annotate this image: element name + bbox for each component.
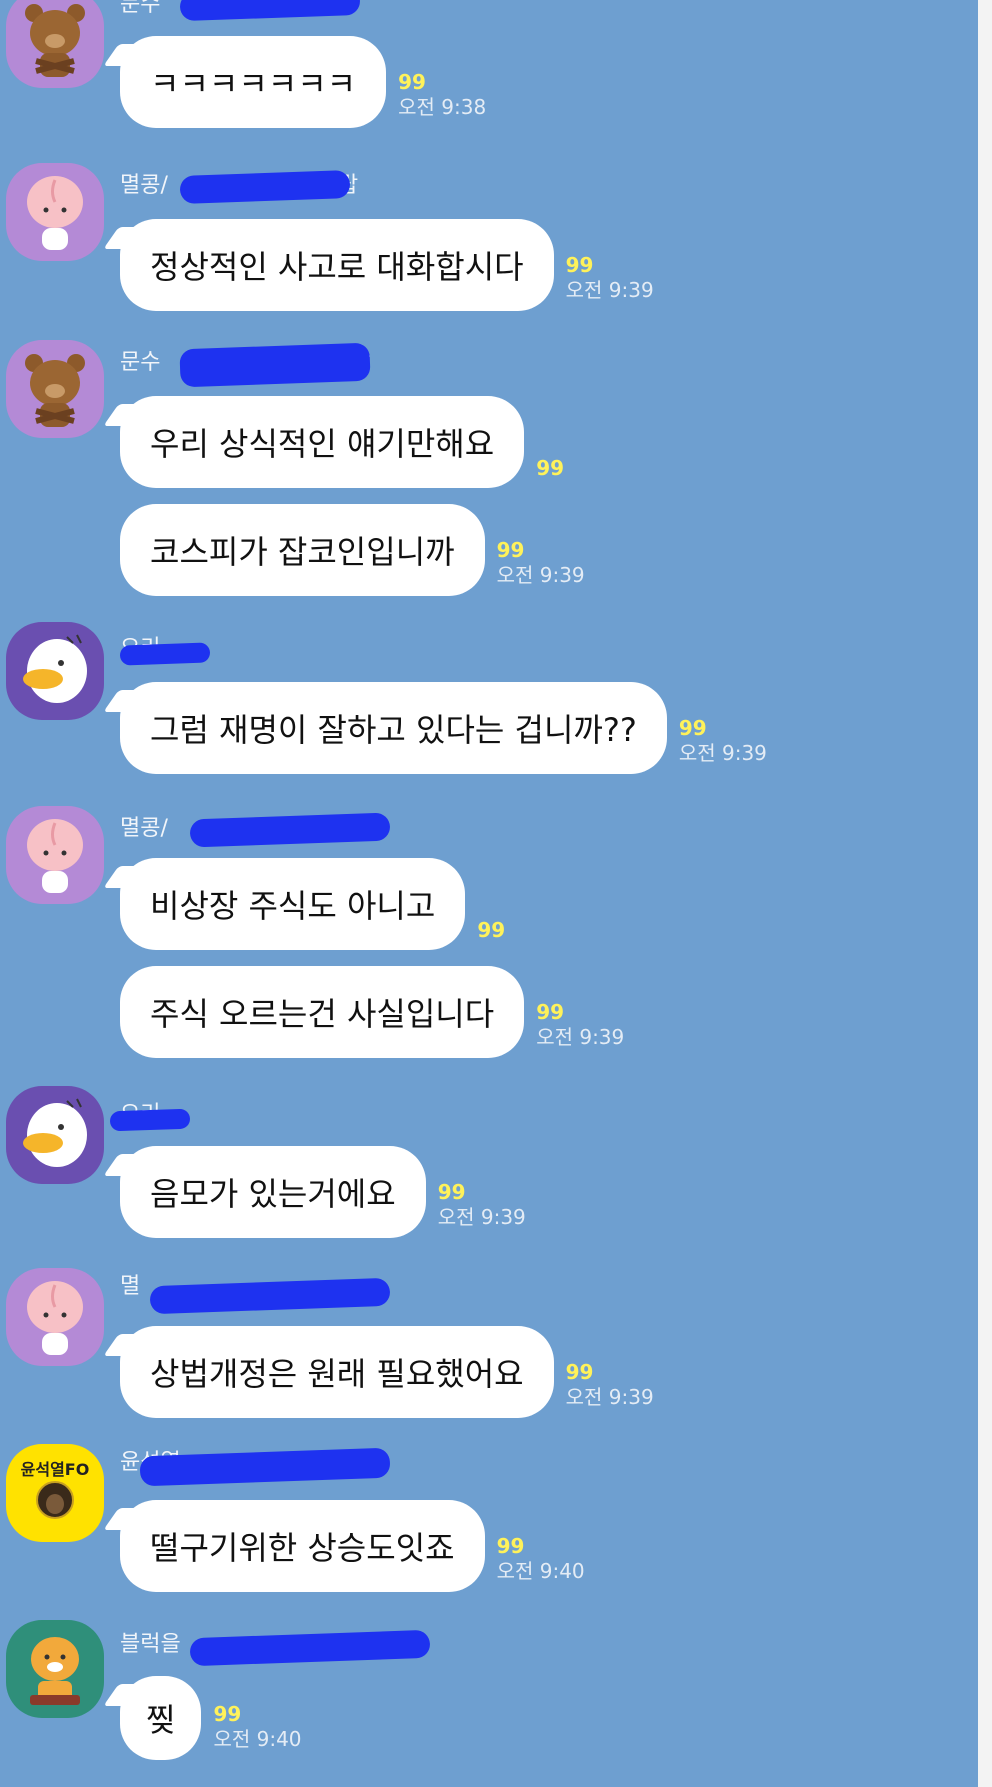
avatar[interactable]: 윤석열FO xyxy=(6,1444,104,1542)
unread-count: 99 xyxy=(496,1534,525,1558)
message-bubble[interactable]: 우리 상식적인 얘기만해요 xyxy=(120,396,525,488)
message-bubble[interactable]: ㅋㅋㅋㅋㅋㅋㅋ xyxy=(120,36,387,128)
message-row: 정상적인 사고로 대화합시다 99 오전 9:39 xyxy=(120,219,654,311)
timestamp: 오전 9:40 xyxy=(213,1727,302,1751)
message-text: 우리 상식적인 얘기만해요 xyxy=(150,425,495,463)
message-bubble[interactable]: 그럼 재명이 잘하고 있다는 겁니까?? xyxy=(120,682,667,774)
avatar[interactable] xyxy=(6,1620,104,1718)
timestamp: 오전 9:39 xyxy=(437,1205,526,1229)
screen-edge xyxy=(978,0,992,1787)
avatar[interactable] xyxy=(6,1268,104,1366)
unread-count: 99 xyxy=(536,1000,565,1024)
peach-avatar-icon xyxy=(27,819,83,893)
message-bubble[interactable]: 음모가 있는거에요 xyxy=(120,1146,426,1238)
unread-count: 99 xyxy=(477,918,506,942)
duck-avatar-icon xyxy=(23,1098,87,1167)
unread-count: 99 xyxy=(536,456,565,480)
unread-count: 99 xyxy=(437,1180,466,1204)
timestamp: 오전 9:39 xyxy=(496,563,585,587)
message-text: 주식 오르는건 사실입니다 xyxy=(150,995,495,1033)
avatar[interactable] xyxy=(6,340,104,438)
message-meta: 99 오전 9:39 xyxy=(438,1180,526,1230)
redaction-mark xyxy=(189,812,391,848)
message-meta: 99 오전 9:39 xyxy=(566,253,654,303)
peach-avatar-icon xyxy=(27,1281,83,1355)
unread-count: 99 xyxy=(678,716,707,740)
sender-name: 멸콩/ xyxy=(120,816,168,841)
redaction-mark xyxy=(179,342,371,388)
avatar-badge-text: 윤석열FO xyxy=(20,1460,90,1479)
avatar[interactable] xyxy=(6,163,104,261)
bear-avatar-icon xyxy=(25,354,85,427)
redaction-mark xyxy=(109,1108,191,1132)
message-row: 코스피가 잡코인입니까 99 오전 9:39 xyxy=(120,504,585,596)
sender-name: 블럭을 xyxy=(120,1632,181,1657)
message-meta: 99 오전 9:40 xyxy=(497,1534,585,1584)
timestamp: 오전 9:39 xyxy=(565,278,654,302)
bear-avatar-icon xyxy=(25,4,85,77)
redaction-mark xyxy=(179,0,361,22)
unread-count: 99 xyxy=(496,538,525,562)
unread-count: 99 xyxy=(213,1702,242,1726)
redaction-mark xyxy=(149,1277,391,1315)
message-meta: 99 xyxy=(477,918,505,942)
message-row: 그럼 재명이 잘하고 있다는 겁니까?? 99 오전 9:39 xyxy=(120,682,767,774)
message-text: 상법개정은 원래 필요했어요 xyxy=(150,1355,524,1393)
message-bubble[interactable]: 주식 오르는건 사실입니다 xyxy=(120,966,525,1058)
peach-avatar-icon xyxy=(27,176,83,250)
message-row: 주식 오르는건 사실입니다 99 오전 9:39 xyxy=(120,966,624,1058)
timestamp: 오전 9:39 xyxy=(678,741,767,765)
avatar[interactable] xyxy=(6,0,104,88)
message-meta: 99 xyxy=(536,456,564,480)
person-avatar-icon xyxy=(36,1481,74,1519)
sender-name: 문수 xyxy=(120,0,161,17)
avatar[interactable] xyxy=(6,806,104,904)
message-meta: 99 오전 9:39 xyxy=(566,1360,654,1410)
redaction-mark xyxy=(179,170,351,204)
message-text: 그럼 재명이 잘하고 있다는 겁니까?? xyxy=(150,711,637,749)
message-bubble[interactable]: 비상장 주식도 아니고 xyxy=(120,858,466,950)
message-text: 떨구기위한 상승도잇죠 xyxy=(150,1529,455,1567)
message-text: 코스피가 잡코인입니까 xyxy=(150,533,455,571)
unread-count: 99 xyxy=(398,70,426,94)
unread-count: 99 xyxy=(565,253,594,277)
message-text: 정상적인 사고로 대화합시다 xyxy=(150,248,524,286)
message-row: 우리 상식적인 얘기만해요 99 xyxy=(120,396,564,488)
timestamp: 오전 9:38 xyxy=(398,95,487,119)
message-meta: 99 오전 9:38 xyxy=(398,70,486,120)
message-row: 상법개정은 원래 필요했어요 99 오전 9:39 xyxy=(120,1326,654,1418)
message-meta: 99 오전 9:39 xyxy=(679,716,767,766)
lion-avatar-icon xyxy=(30,1637,80,1705)
message-text: 찢 xyxy=(146,1701,176,1739)
message-row: 떨구기위한 상승도잇죠 99 오전 9:40 xyxy=(120,1500,585,1592)
message-bubble[interactable]: 떨구기위한 상승도잇죠 xyxy=(120,1500,485,1592)
message-text: ㅋㅋㅋㅋㅋㅋㅋ xyxy=(150,65,357,103)
timestamp: 오전 9:40 xyxy=(496,1559,585,1583)
message-row: ㅋㅋㅋㅋㅋㅋㅋ 99 오전 9:38 xyxy=(120,36,486,128)
message-text: 비상장 주식도 아니고 xyxy=(150,887,436,925)
sender-name: 멸 xyxy=(120,1274,141,1299)
message-meta: 99 오전 9:39 xyxy=(536,1000,624,1050)
avatar[interactable] xyxy=(6,1086,104,1184)
timestamp: 오전 9:39 xyxy=(536,1025,625,1049)
redaction-mark xyxy=(189,1629,431,1667)
message-text: 음모가 있는거에요 xyxy=(150,1175,396,1213)
message-bubble[interactable]: 코스피가 잡코인입니까 xyxy=(120,504,485,596)
avatar[interactable] xyxy=(6,622,104,720)
message-meta: 99 오전 9:40 xyxy=(213,1702,301,1752)
redaction-mark xyxy=(119,642,211,666)
message-row: 음모가 있는거에요 99 오전 9:39 xyxy=(120,1146,526,1238)
message-bubble[interactable]: 상법개정은 원래 필요했어요 xyxy=(120,1326,554,1418)
message-meta: 99 오전 9:39 xyxy=(497,538,585,588)
message-bubble[interactable]: 정상적인 사고로 대화합시다 xyxy=(120,219,554,311)
message-bubble[interactable]: 찢 xyxy=(120,1676,202,1760)
duck-avatar-icon xyxy=(23,634,87,703)
message-row: 찢 99 오전 9:40 xyxy=(120,1676,302,1760)
unread-count: 99 xyxy=(565,1360,594,1384)
message-row: 비상장 주식도 아니고 99 xyxy=(120,858,505,950)
timestamp: 오전 9:39 xyxy=(565,1385,654,1409)
